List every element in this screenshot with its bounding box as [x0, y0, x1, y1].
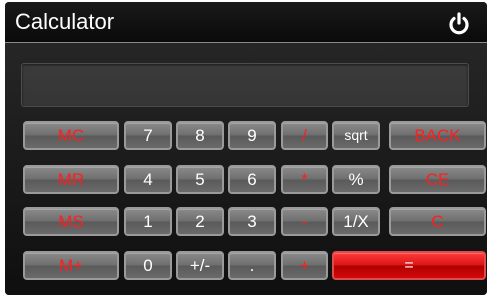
- sqrt-button[interactable]: sqrt: [332, 121, 380, 150]
- title-bar: Calculator: [5, 2, 487, 42]
- digit-1-button[interactable]: 1: [124, 207, 172, 236]
- memory-add-button[interactable]: M+: [23, 251, 119, 280]
- digit-9-button[interactable]: 9: [228, 121, 276, 150]
- digit-6-button[interactable]: 6: [228, 165, 276, 194]
- digit-5-button[interactable]: 5: [176, 165, 224, 194]
- digit-7-button[interactable]: 7: [124, 121, 172, 150]
- add-button[interactable]: +: [281, 251, 328, 280]
- multiply-button[interactable]: *: [281, 165, 328, 194]
- backspace-button[interactable]: BACK: [389, 121, 486, 150]
- digit-4-button[interactable]: 4: [124, 165, 172, 194]
- digit-8-button[interactable]: 8: [176, 121, 224, 150]
- subtract-button[interactable]: -: [281, 207, 328, 236]
- plus-minus-button[interactable]: +/-: [176, 251, 224, 280]
- result-display: [21, 63, 469, 107]
- calculator-panel: MC 7 8 9 / sqrt BACK MR 4 5 6 * % CE MS …: [5, 43, 487, 295]
- digit-3-button[interactable]: 3: [228, 207, 276, 236]
- clear-button[interactable]: C: [389, 207, 486, 236]
- app-title: Calculator: [15, 9, 115, 34]
- decimal-point-button[interactable]: .: [228, 251, 276, 280]
- power-icon[interactable]: [446, 11, 472, 37]
- memory-store-button[interactable]: MS: [23, 207, 119, 236]
- equals-button[interactable]: =: [332, 251, 486, 280]
- digit-2-button[interactable]: 2: [176, 207, 224, 236]
- memory-recall-button[interactable]: MR: [23, 165, 119, 194]
- reciprocal-button[interactable]: 1/X: [332, 207, 380, 236]
- percent-button[interactable]: %: [332, 165, 380, 194]
- memory-clear-button[interactable]: MC: [23, 121, 119, 150]
- calculator-window: Calculator MC 7 8 9 / sqrt BACK MR 4 5 6…: [5, 2, 487, 295]
- divide-button[interactable]: /: [281, 121, 328, 150]
- clear-entry-button[interactable]: CE: [389, 165, 486, 194]
- digit-0-button[interactable]: 0: [124, 251, 172, 280]
